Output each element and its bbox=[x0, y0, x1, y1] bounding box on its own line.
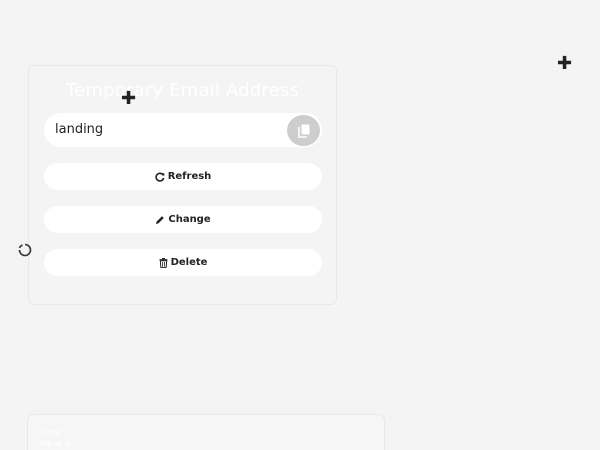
delete-button[interactable]: Delete bbox=[44, 249, 322, 276]
delete-label: Delete bbox=[170, 257, 208, 268]
email-address-field[interactable]: landing bbox=[44, 113, 322, 147]
card-title: Temporary Email Address bbox=[65, 80, 300, 101]
pencil-icon bbox=[155, 215, 165, 225]
email-address-value: landing bbox=[55, 122, 104, 137]
copy-icon bbox=[297, 124, 309, 138]
refresh-icon bbox=[155, 172, 165, 182]
spinner-icon bbox=[18, 243, 32, 257]
inbox-card: Inbox Inbox is bbox=[27, 414, 385, 450]
page: Temporary Email Address landing Refresh bbox=[0, 0, 600, 450]
change-label: Change bbox=[168, 214, 211, 225]
copy-button[interactable] bbox=[287, 115, 320, 146]
temp-email-card: Temporary Email Address landing Refresh bbox=[28, 65, 337, 305]
plus-icon: ✚ bbox=[557, 53, 573, 74]
refresh-label: Refresh bbox=[167, 171, 212, 182]
inbox-heading: Inbox bbox=[40, 428, 62, 437]
plus-icon: ✚ bbox=[121, 88, 137, 109]
refresh-button[interactable]: Refresh bbox=[44, 163, 322, 190]
change-button[interactable]: Change bbox=[44, 206, 322, 233]
trash-icon bbox=[159, 257, 168, 268]
inbox-subtext: Inbox is bbox=[40, 439, 71, 448]
